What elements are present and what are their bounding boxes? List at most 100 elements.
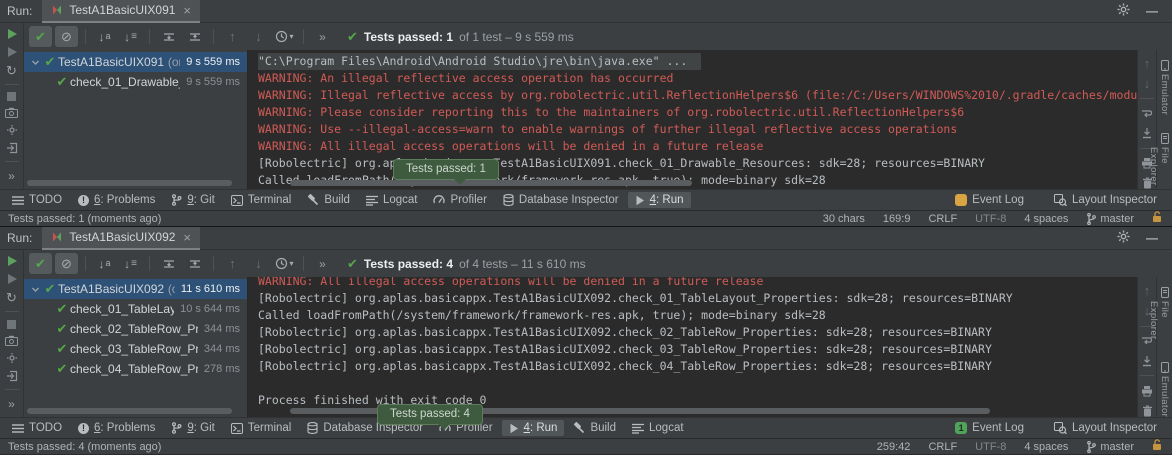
collapse-all-button[interactable] bbox=[183, 26, 206, 47]
filter-passed-toggle[interactable]: ✔ bbox=[29, 253, 52, 274]
toolwindow-button-database-inspector[interactable]: Database Inspector bbox=[496, 192, 626, 208]
toolwindow-button-todo[interactable]: TODO bbox=[5, 192, 69, 208]
toolwindow-button-logcat[interactable]: Logcat bbox=[625, 420, 691, 436]
console-output[interactable]: WARNING: All illegal access operations w… bbox=[248, 277, 1137, 417]
toolwindow-button-todo[interactable]: TODO bbox=[5, 420, 69, 436]
test-tree-row[interactable]: ✔check_01_TableLayout_Properties10 s 644… bbox=[24, 299, 247, 319]
down-arrow-button[interactable]: ↓ bbox=[1138, 305, 1156, 318]
next-occurrence-button[interactable]: ↓ bbox=[247, 253, 270, 274]
stripe-button-emulator[interactable]: Emulator bbox=[1159, 60, 1170, 115]
more-toolbar-button[interactable]: » bbox=[311, 26, 334, 47]
test-tree-row[interactable]: ✔TestA1BasicUIX092(org.aplas.basica11 s … bbox=[24, 279, 247, 299]
scroll-to-end-button[interactable] bbox=[1138, 354, 1156, 367]
test-tree-row[interactable]: ✔check_01_Drawable_Resources9 s 559 ms bbox=[24, 72, 247, 92]
tree-horizontal-scrollbar[interactable] bbox=[27, 408, 232, 414]
more-options-button[interactable]: » bbox=[8, 169, 15, 183]
filter-passed-toggle[interactable]: ✔ bbox=[29, 26, 52, 47]
status-widget-crlf[interactable]: CRLF bbox=[928, 213, 957, 225]
readonly-lock-button[interactable] bbox=[1152, 439, 1162, 454]
git-branch-widget[interactable]: master bbox=[1086, 441, 1134, 453]
down-arrow-button[interactable]: ↓ bbox=[1138, 78, 1156, 91]
test-tree-row[interactable]: ✔check_02_TableRow_Properties344 ms bbox=[24, 319, 247, 339]
toolwindow-button-layout-inspector[interactable]: Layout Inspector bbox=[1047, 192, 1164, 208]
status-widget-4-spaces[interactable]: 4 spaces bbox=[1024, 213, 1068, 225]
soft-wrap-button[interactable] bbox=[1138, 107, 1156, 120]
toolwindow-button-build[interactable]: Build bbox=[566, 420, 623, 436]
status-widget-4-spaces[interactable]: 4 spaces bbox=[1024, 441, 1068, 453]
sort-by-duration-button[interactable]: ↓≡ bbox=[119, 26, 142, 47]
status-widget-utf-8[interactable]: UTF-8 bbox=[975, 441, 1006, 453]
expand-all-button[interactable] bbox=[157, 253, 180, 274]
up-arrow-button[interactable]: ↑ bbox=[1138, 285, 1156, 298]
hide-window-button[interactable]: — bbox=[1146, 231, 1158, 245]
test-tree-row[interactable]: ✔check_04_TableRow_Properties278 ms bbox=[24, 359, 247, 379]
rerun-button[interactable] bbox=[3, 28, 21, 40]
stop-button[interactable] bbox=[3, 92, 21, 102]
stripe-button-device-file-explorer[interactable]: Device File Explorer bbox=[1148, 133, 1172, 189]
toolwindow-button-event-log[interactable]: 1Event Log bbox=[948, 420, 1031, 436]
sort-alphabetically-button[interactable]: ↓a bbox=[93, 26, 116, 47]
collapse-all-button[interactable] bbox=[183, 253, 206, 274]
restart-button[interactable]: ↻ bbox=[3, 291, 21, 304]
test-tree[interactable]: ✔TestA1BasicUIX092(org.aplas.basica11 s … bbox=[24, 277, 248, 417]
next-occurrence-button[interactable]: ↓ bbox=[247, 26, 270, 47]
trash-button[interactable] bbox=[1138, 404, 1156, 417]
toolwindow-button-profiler[interactable]: Profiler bbox=[426, 192, 493, 208]
stop-button[interactable] bbox=[3, 319, 21, 330]
filter-ignored-toggle[interactable]: ⊘ bbox=[55, 26, 78, 47]
test-tree[interactable]: ✔TestA1BasicUIX091(org.aplas.basicap9 s … bbox=[24, 50, 248, 189]
toolwindow-button-build[interactable]: Build bbox=[300, 192, 357, 208]
toolwindow-button-logcat[interactable]: Logcat bbox=[359, 192, 425, 208]
restore-layout-button[interactable] bbox=[3, 142, 21, 154]
console-horizontal-scrollbar[interactable] bbox=[290, 180, 692, 186]
toolwindow-button-git[interactable]: 9: Git bbox=[164, 420, 222, 436]
test-settings-button[interactable] bbox=[3, 124, 21, 136]
sort-alphabetically-button[interactable]: ↓a bbox=[93, 253, 116, 274]
run-config-tab[interactable]: TestA1BasicUIX091× bbox=[42, 0, 200, 23]
readonly-lock-button[interactable] bbox=[1152, 211, 1162, 226]
test-history-button[interactable]: ▾ bbox=[273, 26, 296, 47]
toolwindow-button-problems[interactable]: !6: Problems bbox=[71, 420, 162, 436]
test-settings-button[interactable] bbox=[3, 352, 21, 364]
test-history-button[interactable]: ▾ bbox=[273, 253, 296, 274]
restore-layout-button[interactable] bbox=[3, 370, 21, 382]
tab-close-icon[interactable]: × bbox=[183, 230, 191, 245]
status-widget-259-42[interactable]: 259:42 bbox=[877, 441, 911, 453]
more-options-button[interactable]: » bbox=[8, 397, 15, 411]
toolwindow-button-run[interactable]: 4: Run bbox=[628, 192, 691, 208]
up-arrow-button[interactable]: ↑ bbox=[1138, 58, 1156, 71]
expand-all-button[interactable] bbox=[157, 26, 180, 47]
test-tree-row[interactable]: ✔check_03_TableRow_Properties344 ms bbox=[24, 339, 247, 359]
toolwindow-button-git[interactable]: 9: Git bbox=[164, 192, 222, 208]
more-toolbar-button[interactable]: » bbox=[311, 253, 334, 274]
screenshot-button[interactable] bbox=[3, 107, 21, 118]
test-tree-row[interactable]: ✔TestA1BasicUIX091(org.aplas.basicap9 s … bbox=[24, 52, 247, 72]
hide-window-button[interactable]: — bbox=[1146, 4, 1158, 18]
rerun-failed-button[interactable] bbox=[3, 273, 21, 285]
toolwindow-button-run[interactable]: 4: Run bbox=[502, 420, 565, 436]
screenshot-button[interactable] bbox=[3, 335, 21, 346]
status-widget-crlf[interactable]: CRLF bbox=[928, 441, 957, 453]
toolwindow-button-layout-inspector[interactable]: Layout Inspector bbox=[1047, 420, 1164, 436]
git-branch-widget[interactable]: master bbox=[1086, 213, 1134, 225]
toolwindow-button-event-log[interactable]: Event Log bbox=[948, 192, 1031, 208]
previous-occurrence-button[interactable]: ↑ bbox=[221, 253, 244, 274]
status-widget-169-9[interactable]: 169:9 bbox=[883, 213, 911, 225]
tab-close-icon[interactable]: × bbox=[183, 3, 191, 18]
console-output[interactable]: "C:\Program Files\Android\Android Studio… bbox=[248, 50, 1137, 189]
settings-gear-button[interactable] bbox=[1117, 230, 1130, 246]
previous-occurrence-button[interactable]: ↑ bbox=[221, 26, 244, 47]
printer-button[interactable] bbox=[1138, 384, 1156, 397]
restart-button[interactable]: ↻ bbox=[3, 64, 21, 77]
sort-by-duration-button[interactable]: ↓≡ bbox=[119, 253, 142, 274]
rerun-button[interactable] bbox=[3, 255, 21, 267]
tree-horizontal-scrollbar[interactable] bbox=[27, 180, 232, 186]
run-config-tab[interactable]: TestA1BasicUIX092× bbox=[42, 227, 200, 250]
toolwindow-button-terminal[interactable]: Terminal bbox=[224, 420, 298, 436]
status-widget-utf-8[interactable]: UTF-8 bbox=[975, 213, 1006, 225]
filter-ignored-toggle[interactable]: ⊘ bbox=[55, 253, 78, 274]
toolwindow-button-terminal[interactable]: Terminal bbox=[224, 192, 298, 208]
toolwindow-button-problems[interactable]: !6: Problems bbox=[71, 192, 162, 208]
status-widget-30-chars[interactable]: 30 chars bbox=[823, 213, 865, 225]
stripe-button-emulator[interactable]: Emulator bbox=[1159, 362, 1170, 417]
